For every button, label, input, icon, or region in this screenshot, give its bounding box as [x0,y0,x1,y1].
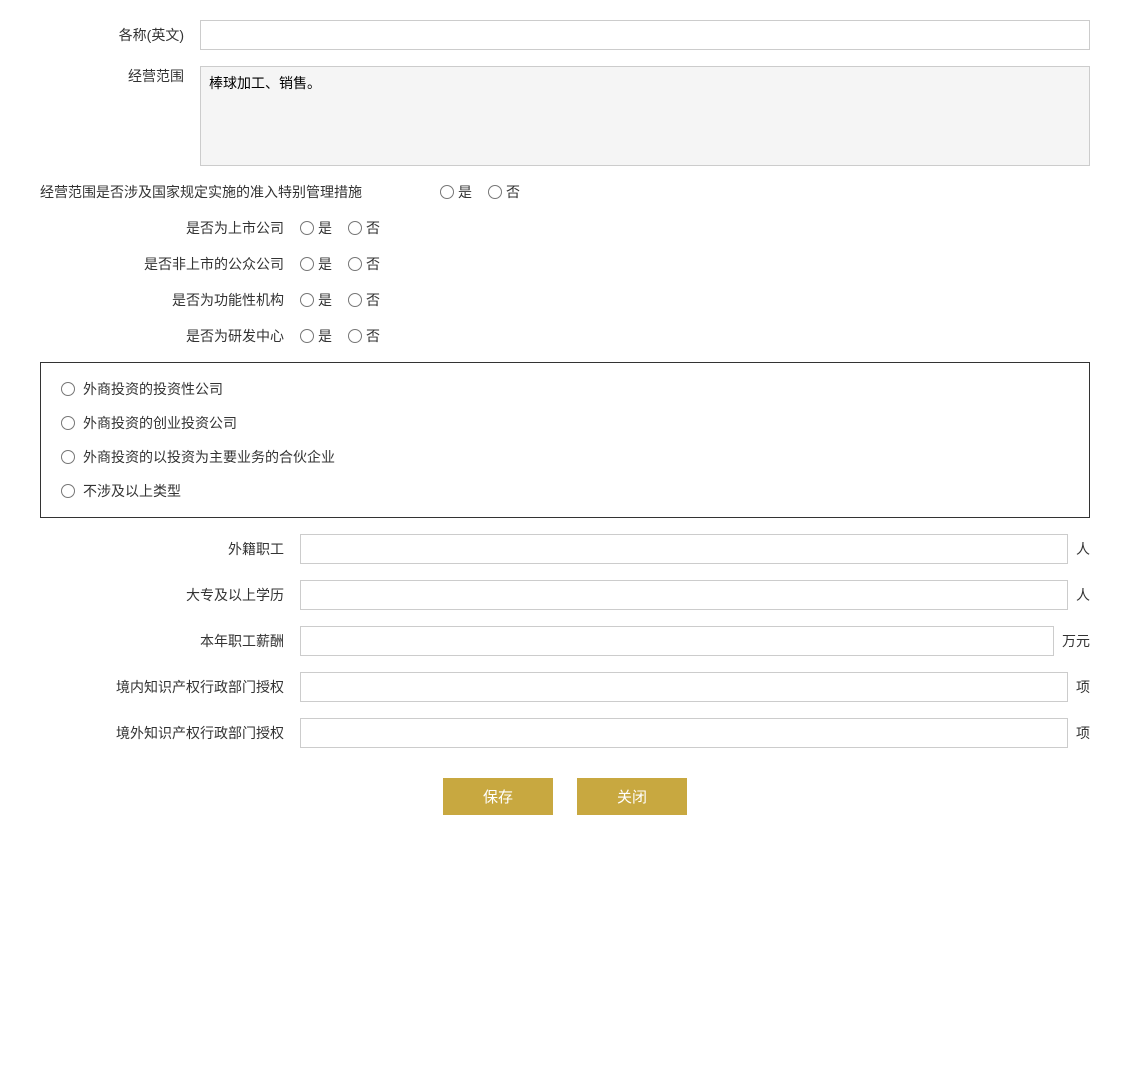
investment-type-label-3[interactable]: 不涉及以上类型 [83,481,181,501]
public-company-label: 是否非上市的公众公司 [40,254,300,274]
rd-center-yes[interactable]: 是 [300,326,332,346]
functional-org-label: 是否为功能性机构 [40,290,300,310]
college-degree-label: 大专及以上学历 [40,585,300,605]
rd-center-yes-label[interactable]: 是 [318,326,332,346]
rd-center-row: 是否为研发中心 是 否 [40,326,1090,346]
foreign-workers-label: 外籍职工 [40,539,300,559]
college-degree-input[interactable] [300,580,1068,610]
domestic-ip-label: 境内知识产权行政部门授权 [40,677,300,697]
investment-type-radio-0[interactable] [61,382,75,396]
investment-type-row-3[interactable]: 不涉及以上类型 [61,481,1069,501]
investment-type-radio-3[interactable] [61,484,75,498]
special-management-label: 经营范围是否涉及国家规定实施的准入特别管理措施 [40,182,440,202]
domestic-ip-row: 境内知识产权行政部门授权 项 [40,672,1090,702]
foreign-ip-input[interactable] [300,718,1068,748]
functional-org-yes-label[interactable]: 是 [318,290,332,310]
close-button[interactable]: 关闭 [577,778,687,815]
listed-company-no-label[interactable]: 否 [366,218,380,238]
public-company-radio-group: 是 否 [300,254,380,274]
college-degree-unit: 人 [1076,585,1090,605]
functional-org-no[interactable]: 否 [348,290,380,310]
functional-org-radio-group: 是 否 [300,290,380,310]
listed-company-yes-label[interactable]: 是 [318,218,332,238]
annual-salary-unit: 万元 [1062,631,1090,651]
rd-center-label: 是否为研发中心 [40,326,300,346]
public-company-no-label[interactable]: 否 [366,254,380,274]
rd-center-radio-group: 是 否 [300,326,380,346]
listed-company-no[interactable]: 否 [348,218,380,238]
investment-type-label-2[interactable]: 外商投资的以投资为主要业务的合伙企业 [83,447,335,467]
foreign-workers-input[interactable] [300,534,1068,564]
special-management-yes-label[interactable]: 是 [458,182,472,202]
public-company-yes-label[interactable]: 是 [318,254,332,274]
investment-type-radio-2[interactable] [61,450,75,464]
investment-type-label-0[interactable]: 外商投资的投资性公司 [83,379,223,399]
public-company-yes[interactable]: 是 [300,254,332,274]
public-company-row: 是否非上市的公众公司 是 否 [40,254,1090,274]
annual-salary-input[interactable] [300,626,1054,656]
listed-company-yes[interactable]: 是 [300,218,332,238]
investment-type-box: 外商投资的投资性公司 外商投资的创业投资公司 外商投资的以投资为主要业务的合伙企… [40,362,1090,518]
name-en-input[interactable] [200,20,1090,50]
special-management-row: 经营范围是否涉及国家规定实施的准入特别管理措施 是 否 [40,182,1090,202]
rd-center-no[interactable]: 否 [348,326,380,346]
investment-type-row-2[interactable]: 外商投资的以投资为主要业务的合伙企业 [61,447,1069,467]
business-scope-row: 经营范围 棒球加工、销售。 [40,66,1090,166]
special-management-no[interactable]: 否 [488,182,520,202]
rd-center-no-label[interactable]: 否 [366,326,380,346]
investment-type-label-1[interactable]: 外商投资的创业投资公司 [83,413,237,433]
name-en-row: 各称(英文) [40,20,1090,50]
functional-org-yes[interactable]: 是 [300,290,332,310]
save-button[interactable]: 保存 [443,778,553,815]
listed-company-row: 是否为上市公司 是 否 [40,218,1090,238]
name-en-label: 各称(英文) [40,25,200,45]
annual-salary-row: 本年职工薪酬 万元 [40,626,1090,656]
listed-company-label: 是否为上市公司 [40,218,300,238]
business-scope-label: 经营范围 [40,66,200,86]
investment-type-row-1[interactable]: 外商投资的创业投资公司 [61,413,1069,433]
foreign-ip-unit: 项 [1076,723,1090,743]
public-company-no[interactable]: 否 [348,254,380,274]
special-management-radio-group: 是 否 [440,182,520,202]
functional-org-no-label[interactable]: 否 [366,290,380,310]
domestic-ip-unit: 项 [1076,677,1090,697]
annual-salary-label: 本年职工薪酬 [40,631,300,651]
investment-type-radio-1[interactable] [61,416,75,430]
foreign-workers-row: 外籍职工 人 [40,534,1090,564]
business-scope-textarea[interactable]: 棒球加工、销售。 [200,66,1090,166]
investment-type-row-0[interactable]: 外商投资的投资性公司 [61,379,1069,399]
foreign-ip-label: 境外知识产权行政部门授权 [40,723,300,743]
special-management-yes[interactable]: 是 [440,182,472,202]
functional-org-row: 是否为功能性机构 是 否 [40,290,1090,310]
listed-company-radio-group: 是 否 [300,218,380,238]
special-management-no-label[interactable]: 否 [506,182,520,202]
foreign-ip-row: 境外知识产权行政部门授权 项 [40,718,1090,748]
college-degree-row: 大专及以上学历 人 [40,580,1090,610]
form-container: 各称(英文) 经营范围 棒球加工、销售。 经营范围是否涉及国家规定实施的准入特别… [40,20,1090,815]
domestic-ip-input[interactable] [300,672,1068,702]
button-row: 保存 关闭 [40,778,1090,815]
foreign-workers-unit: 人 [1076,539,1090,559]
